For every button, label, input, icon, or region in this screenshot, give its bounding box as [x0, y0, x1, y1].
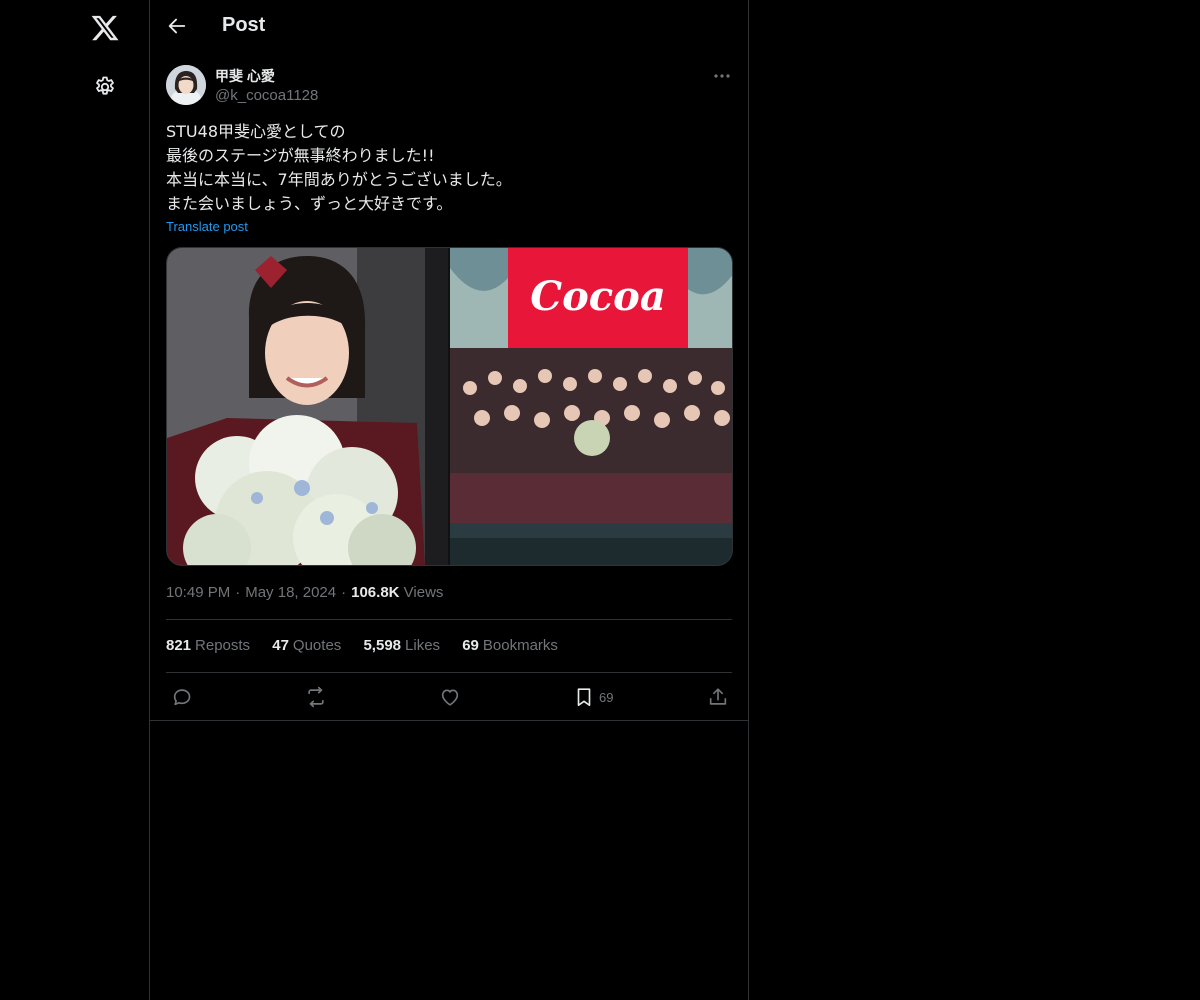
media-gallery: Cocoa — [166, 247, 733, 566]
heart-icon — [441, 689, 459, 706]
repost-button[interactable] — [305, 686, 327, 708]
divider — [166, 672, 732, 673]
left-nav — [0, 0, 150, 1000]
stat-count: 821 — [166, 637, 192, 654]
stat-label: Reposts — [195, 637, 251, 654]
post-text-line: STU48甲斐心愛としての — [166, 122, 346, 141]
more-options-icon[interactable] — [712, 66, 732, 86]
post-column: Post 甲斐 心愛 @k_cocoa1128 STU48甲斐心愛としての 最後… — [149, 0, 749, 1000]
back-arrow-icon[interactable] — [166, 15, 188, 37]
x-logo-icon[interactable] — [90, 13, 120, 43]
divider — [166, 619, 732, 620]
stat-label: Likes — [405, 637, 441, 654]
translate-post-link[interactable]: Translate post — [166, 219, 248, 234]
post-text-line: また会いましょう、ずっと大好きです。 — [166, 194, 453, 213]
bookmark-count: 69 — [599, 689, 614, 705]
separator-dot: · — [341, 584, 347, 601]
photo-bouquet-portrait[interactable] — [167, 248, 448, 566]
stat-likes[interactable]: 5,598 Likes — [363, 637, 440, 654]
stat-count: 69 — [462, 637, 479, 654]
post-time[interactable]: 10:49 PM — [166, 584, 230, 601]
page-title: Post — [222, 14, 266, 36]
banner-logo-text: Cocoa — [530, 273, 665, 320]
post-text: STU48甲斐心愛としての 最後のステージが無事終わりました!! 本当に本当に、… — [166, 120, 732, 216]
like-button[interactable] — [439, 686, 461, 708]
views-count: 106.8K — [351, 584, 400, 601]
author-name[interactable]: 甲斐 心愛 — [215, 66, 275, 86]
page-header: Post — [150, 0, 748, 54]
bookmark-icon — [577, 688, 591, 707]
share-icon — [709, 688, 727, 705]
divider — [150, 720, 748, 721]
stat-label: Bookmarks — [482, 637, 558, 654]
post-text-line: 本当に本当に、7年間ありがとうございました。 — [166, 170, 512, 189]
separator-dot: · — [235, 584, 241, 601]
photo-group-stage[interactable]: Cocoa — [450, 248, 733, 566]
repost-icon — [308, 686, 324, 708]
post-date[interactable]: May 18, 2024 — [245, 584, 336, 601]
avatar[interactable] — [166, 65, 206, 105]
stat-count: 5,598 — [363, 637, 402, 654]
reply-icon — [173, 689, 191, 706]
gear-icon[interactable] — [93, 75, 117, 99]
share-button[interactable] — [707, 686, 729, 708]
stat-count: 47 — [272, 637, 289, 654]
post-meta: 10:49 PM · May 18, 2024 · 106.8K Views — [166, 584, 443, 601]
engagement-stats: 821 Reposts 47 Quotes 5,598 Likes 69 Bookmar… — [166, 637, 576, 654]
author-handle[interactable]: @k_cocoa1128 — [215, 87, 318, 104]
bookmark-button[interactable]: 69 — [573, 686, 613, 708]
stat-label: Quotes — [292, 637, 342, 654]
stat-quotes[interactable]: 47 Quotes — [272, 637, 341, 654]
stat-bookmarks[interactable]: 69 Bookmarks — [462, 637, 558, 654]
stat-reposts[interactable]: 821 Reposts — [166, 637, 250, 654]
views-label: Views — [403, 584, 444, 601]
post-text-line: 最後のステージが無事終わりました!! — [166, 146, 435, 165]
reply-button[interactable] — [171, 686, 193, 708]
